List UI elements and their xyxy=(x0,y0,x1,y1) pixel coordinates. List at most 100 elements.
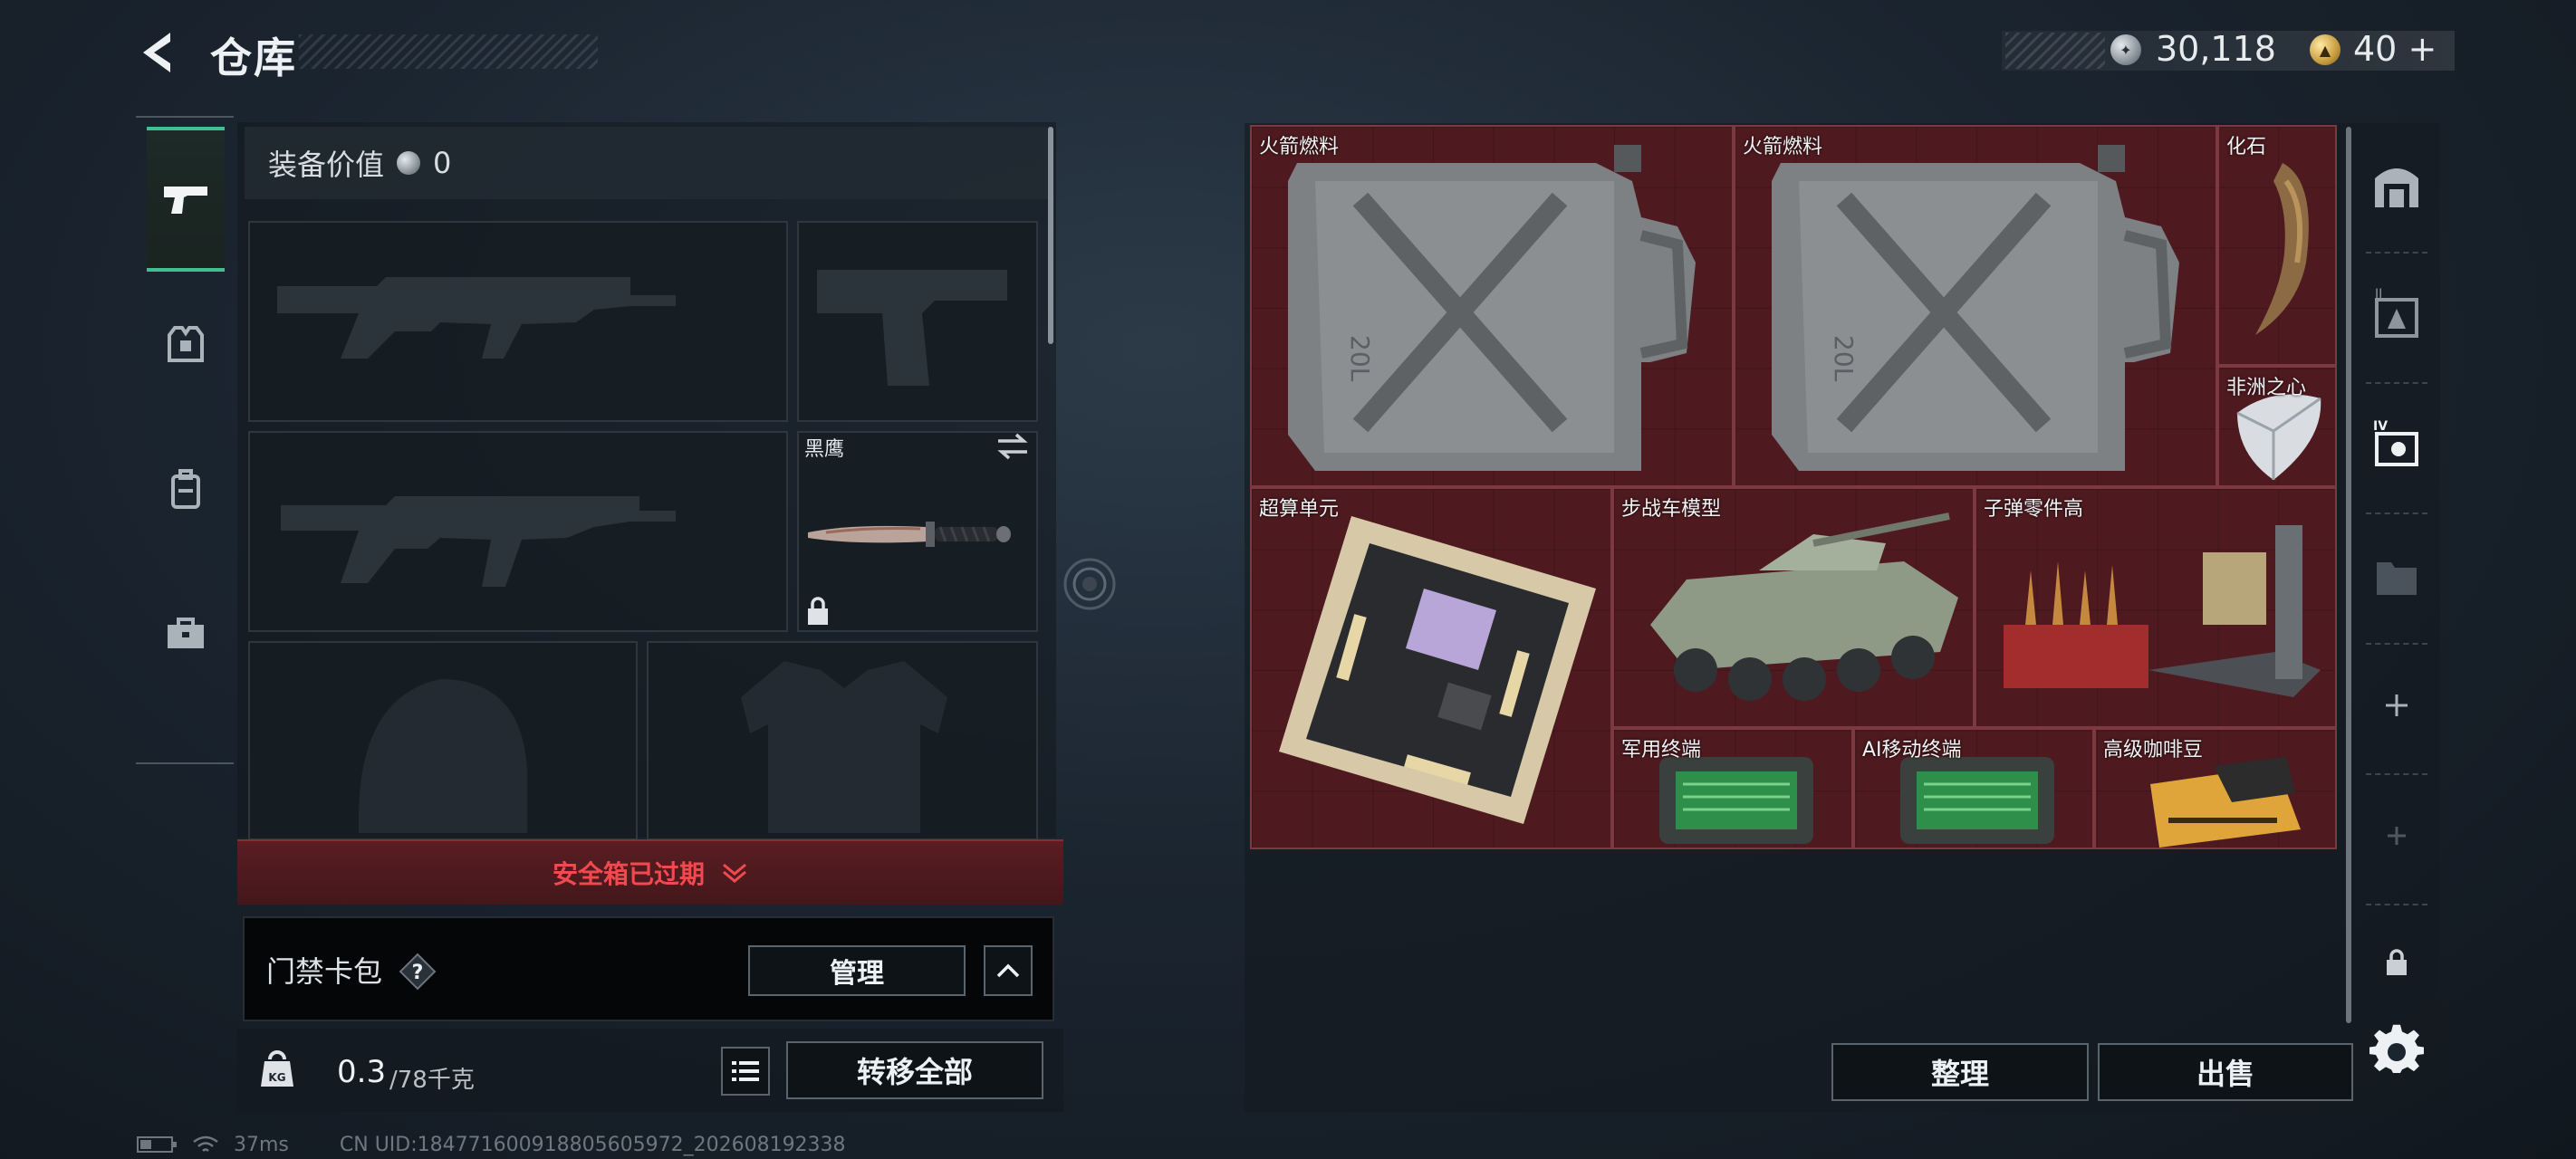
warehouse-icon xyxy=(2375,168,2418,207)
stash-lock-button[interactable] xyxy=(2362,922,2431,1003)
stash-item[interactable]: 子弹零件高 xyxy=(1975,487,2337,728)
pistol-icon xyxy=(164,187,207,214)
uid-text: CN UID:184771600918805605972_20260819233… xyxy=(339,1133,846,1156)
nav-case[interactable] xyxy=(147,561,225,706)
stash-tab-iv-icon: IV xyxy=(2373,419,2418,466)
helmet-silhouette-icon xyxy=(358,679,527,833)
vest-silhouette-icon xyxy=(741,661,947,833)
plus-icon xyxy=(2388,827,2406,845)
help-icon[interactable]: ? xyxy=(399,953,437,991)
sort-button[interactable]: 整理 xyxy=(1831,1043,2089,1101)
add-stash-button[interactable] xyxy=(2362,665,2431,746)
sell-button[interactable]: 出售 xyxy=(2098,1043,2353,1101)
nav-divider-bottom xyxy=(136,762,234,764)
stash-item[interactable]: 超算单元 xyxy=(1250,487,1612,849)
weight-icon: KG xyxy=(259,1049,295,1090)
target-ring-icon xyxy=(1062,556,1118,612)
chevron-up-icon xyxy=(996,963,1020,978)
add-gold-button[interactable]: + xyxy=(2408,29,2437,69)
currency-decoration xyxy=(2005,33,2105,69)
circuit-board-icon xyxy=(1279,516,1596,824)
battery-icon xyxy=(137,1136,177,1153)
stash-item[interactable]: 火箭燃料 20L xyxy=(1734,125,2217,487)
armor-slot[interactable] xyxy=(647,641,1038,840)
stash-tabs: II IV xyxy=(2353,125,2440,1030)
expand-button[interactable] xyxy=(984,945,1033,996)
stash-tab-ii-icon: II xyxy=(2375,287,2418,338)
item-label: AI移动终端 xyxy=(1862,739,1962,761)
rail-divider xyxy=(2366,382,2427,384)
nav-armor[interactable] xyxy=(147,272,225,417)
primary-weapon-slot[interactable] xyxy=(248,221,788,422)
page-title: 仓库 xyxy=(210,34,297,82)
equipment-value-label: 装备价值 xyxy=(268,148,385,182)
item-label: 化石 xyxy=(2226,136,2267,158)
nav-weapons[interactable] xyxy=(147,127,225,272)
weight-current: 0.3 xyxy=(337,1054,387,1090)
stash-tab-main[interactable] xyxy=(2362,143,2431,225)
backpack-icon xyxy=(171,469,200,509)
wifi-icon xyxy=(193,1135,218,1152)
back-button[interactable] xyxy=(134,27,185,78)
nav-backpack[interactable] xyxy=(147,417,225,561)
chevron-down-icon xyxy=(723,863,746,883)
svg-text:20L: 20L xyxy=(1345,335,1375,382)
stash-tab-2[interactable]: II xyxy=(2362,273,2431,355)
sidearm-slot[interactable] xyxy=(797,221,1038,422)
knife-icon xyxy=(808,522,1011,547)
jerry-can-icon: 20L xyxy=(1772,145,2179,471)
plus-icon xyxy=(2386,694,2408,716)
item-label: 非洲之心 xyxy=(2226,377,2307,399)
item-label: 步战车模型 xyxy=(1621,498,1722,521)
status-bar: 37ms CN UID:184771600918805605972_202608… xyxy=(136,1132,846,1157)
gear-icon[interactable] xyxy=(2369,1023,2424,1078)
swap-icon[interactable] xyxy=(995,433,1031,460)
safe-box-expired-banner[interactable]: 安全箱已过期 xyxy=(237,839,1063,905)
manage-button[interactable]: 管理 xyxy=(748,945,966,996)
armored-vehicle-icon xyxy=(1650,512,1958,701)
ping-value: 37ms xyxy=(234,1133,289,1156)
item-label: 子弹零件高 xyxy=(1984,498,2084,521)
secondary-weapon-slot[interactable] xyxy=(248,431,788,632)
add-stash-button-disabled[interactable] xyxy=(2362,795,2431,876)
transfer-all-button[interactable]: 转移全部 xyxy=(786,1041,1043,1099)
rail-divider xyxy=(2366,904,2427,905)
pistol-silhouette-icon xyxy=(817,270,1007,386)
rail-divider xyxy=(2366,252,2427,254)
equipment-value: 装备价值 0 xyxy=(245,127,1049,199)
claw-fossil-icon xyxy=(2255,163,2309,335)
item-label: 火箭燃料 xyxy=(1743,136,1823,158)
ammo-parts-icon xyxy=(2004,525,2321,697)
stash-item[interactable]: 化石 xyxy=(2217,125,2337,366)
briefcase-icon xyxy=(168,618,204,648)
stash-scrollbar[interactable] xyxy=(2346,127,2351,1023)
gold-coin-icon: ▲ xyxy=(2310,34,2341,65)
jerry-can-icon: 20L xyxy=(1288,145,1696,471)
stash-tab-4[interactable]: IV xyxy=(2362,404,2431,485)
svg-text:20L: 20L xyxy=(1829,335,1859,382)
stash-item[interactable]: AI移动终端 xyxy=(1853,728,2094,849)
item-label: 高级咖啡豆 xyxy=(2103,739,2204,761)
silver-balance: 30,118 xyxy=(2156,29,2276,69)
value-coin-icon xyxy=(397,151,421,175)
help-glyph: ? xyxy=(412,962,424,984)
back-arrow-icon xyxy=(143,33,170,72)
stash-tab-5[interactable] xyxy=(2362,534,2431,616)
title-decoration xyxy=(299,34,598,69)
stash-item[interactable]: 步战车模型 xyxy=(1612,487,1975,728)
stash-item[interactable]: 高级咖啡豆 xyxy=(2094,728,2337,849)
equipment-value-amount: 0 xyxy=(433,146,452,180)
item-label: 军用终端 xyxy=(1621,739,1702,761)
stash-item[interactable]: 非洲之心 xyxy=(2217,366,2337,487)
gold-balance[interactable]: 40 + xyxy=(2353,29,2437,69)
helmet-slot[interactable] xyxy=(248,641,638,840)
folder-icon xyxy=(2377,562,2417,595)
stash-item[interactable]: 火箭燃料 20L xyxy=(1250,125,1734,487)
loadout-scrollbar[interactable] xyxy=(1048,127,1053,344)
svg-text:II: II xyxy=(2375,287,2382,302)
melee-name: 黑鹰 xyxy=(804,438,845,461)
stash-item[interactable]: 军用终端 xyxy=(1612,728,1853,849)
item-label: 超算单元 xyxy=(1259,498,1340,521)
rifle-silhouette-icon xyxy=(277,277,676,359)
list-view-button[interactable] xyxy=(721,1047,770,1096)
